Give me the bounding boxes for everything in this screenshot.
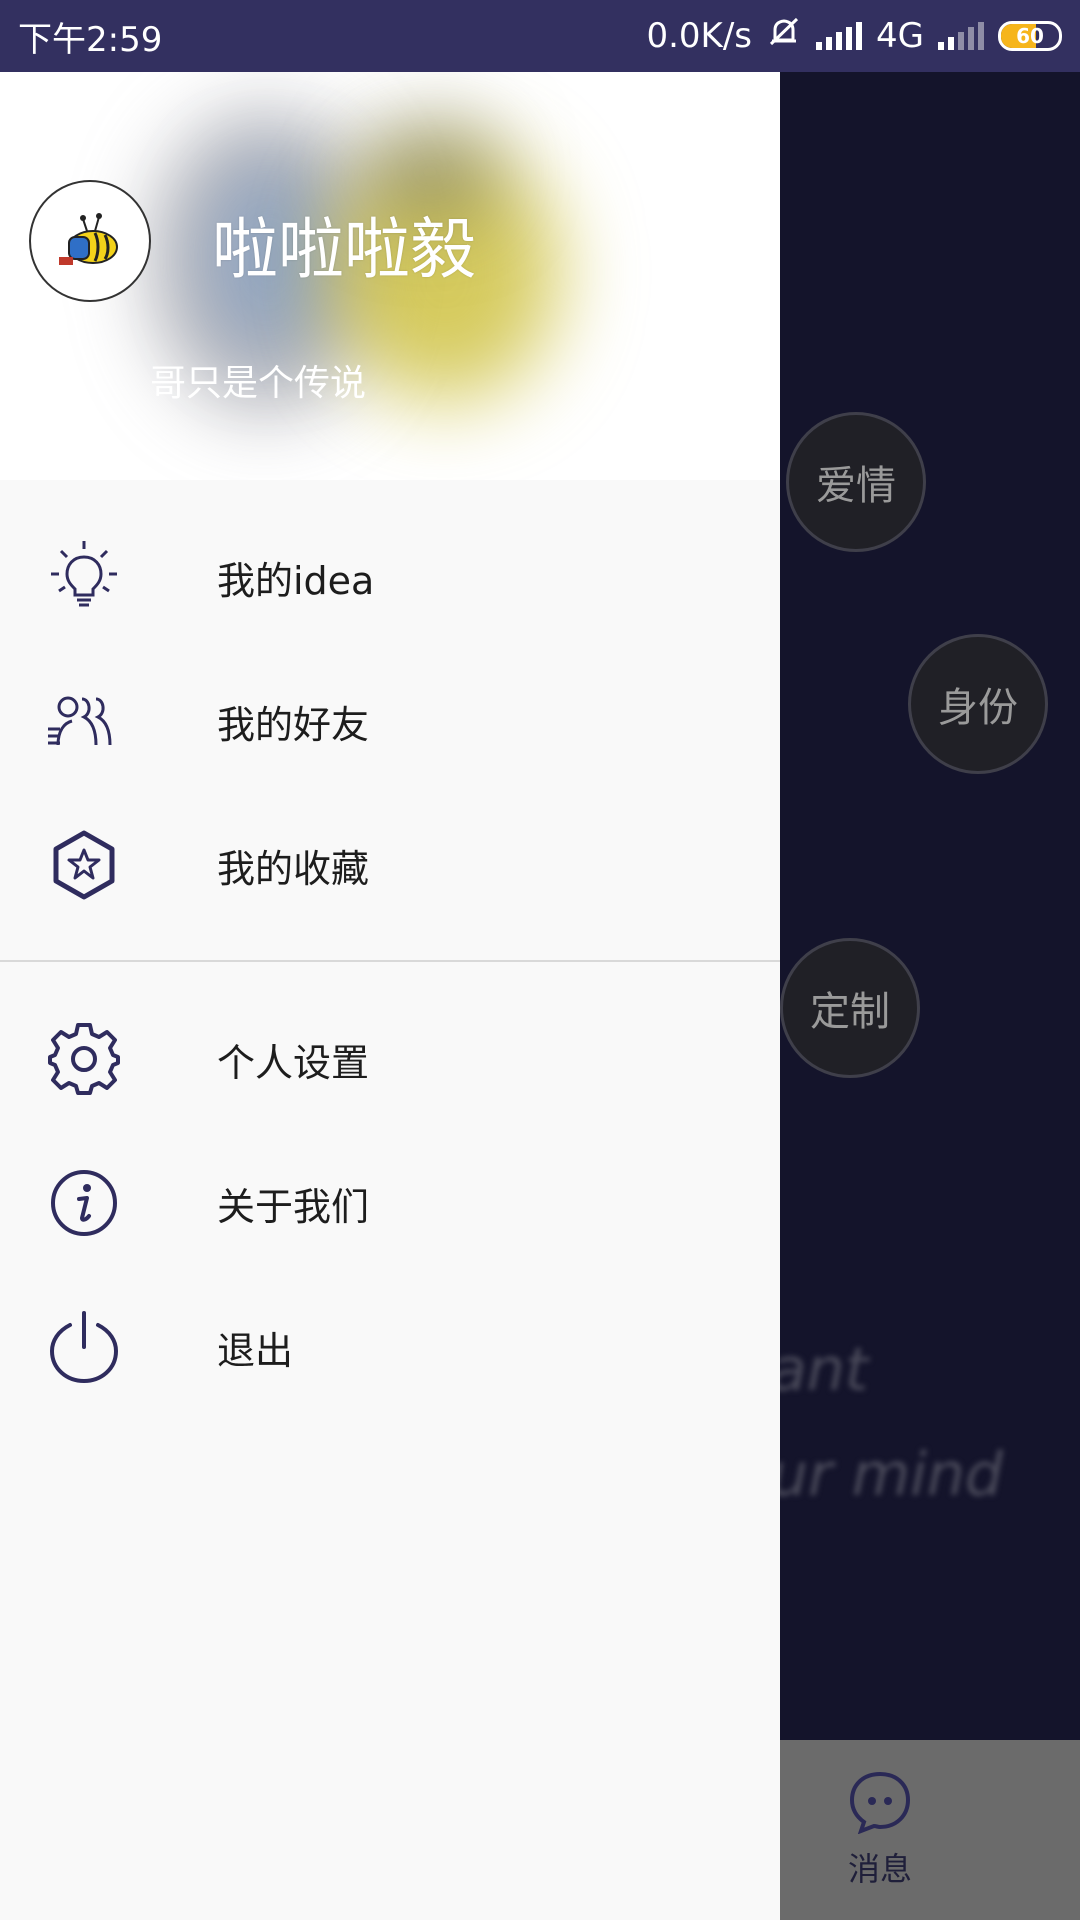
chat-bubble-icon [848, 1770, 912, 1838]
menu-item-label: 我的收藏 [217, 846, 370, 891]
friends-icon [42, 679, 126, 763]
bubble-identity[interactable]: 身份 [908, 634, 1048, 774]
menu-item-label: 关于我们 [217, 1184, 370, 1229]
blurred-text-line-1: ant [770, 1335, 869, 1405]
nav-message-label: 消息 [847, 1850, 912, 1888]
bubble-custom[interactable]: 定制 [780, 938, 920, 1078]
user-signature: 哥只是个传说 [150, 363, 367, 404]
menu-item-label: 个人设置 [217, 1040, 370, 1085]
power-icon [42, 1305, 126, 1389]
username: 啦啦啦毅 [212, 211, 476, 288]
menu-item-settings[interactable]: 个人设置 [0, 987, 780, 1131]
menu-item-logout[interactable]: 退出 [0, 1275, 780, 1419]
bee-avatar-icon [59, 213, 118, 265]
menu-primary: 我的idea 我的好友 我的收藏 [0, 505, 780, 937]
bubble-love[interactable]: 爱情 [786, 412, 926, 552]
navigation-drawer: 啦啦啦毅 哥只是个传说 我的idea 我的好友 我的收藏 个人设置 关于我们 退… [0, 72, 780, 1920]
menu-item-label: 我的idea [217, 558, 375, 603]
gear-icon [42, 1017, 126, 1101]
lightbulb-icon [42, 535, 126, 619]
network-type: 4G [876, 16, 924, 56]
menu-item-my-idea[interactable]: 我的idea [0, 505, 780, 649]
mute-icon [766, 14, 802, 59]
battery-icon: 60 [998, 21, 1062, 51]
info-icon [42, 1161, 126, 1245]
battery-level: 60 [1016, 24, 1044, 48]
menu-item-my-favorites[interactable]: 我的收藏 [0, 793, 780, 937]
screen: 下午2:59 0.0K/s 4G 60 爱情 身份 定制 ant ur mind… [0, 0, 1080, 1920]
avatar[interactable] [29, 180, 151, 302]
menu-item-label: 我的好友 [217, 702, 370, 747]
menu-item-my-friends[interactable]: 我的好友 [0, 649, 780, 793]
drawer-header: 啦啦啦毅 哥只是个传说 [0, 72, 780, 480]
menu-item-about-us[interactable]: 关于我们 [0, 1131, 780, 1275]
blurred-text-line-2: ur mind [770, 1440, 1003, 1510]
signal-icon [816, 22, 863, 50]
star-hexagon-icon [42, 823, 126, 907]
menu-item-label: 退出 [217, 1328, 294, 1373]
net-speed: 0.0K/s [646, 16, 753, 56]
status-time: 下午2:59 [18, 19, 163, 60]
status-bar: 下午2:59 0.0K/s 4G 60 [0, 0, 1080, 72]
menu-secondary: 个人设置 关于我们 退出 [0, 987, 780, 1419]
signal-icon-secondary [938, 22, 984, 50]
status-right: 0.0K/s 4G 60 [646, 14, 1062, 59]
nav-message[interactable]: 消息 [820, 1770, 940, 1890]
menu-divider [0, 960, 780, 962]
